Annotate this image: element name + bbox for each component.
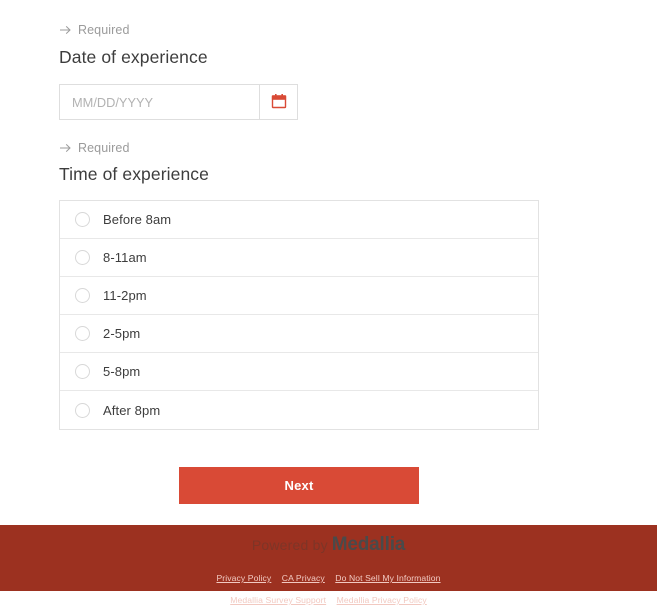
arrow-right-icon bbox=[59, 24, 72, 36]
date-of-experience-field bbox=[59, 84, 298, 120]
privacy-policy-link[interactable]: Privacy Policy bbox=[216, 573, 271, 583]
survey-content: Required Date of experience MM/DD/YYYY R… bbox=[0, 0, 645, 525]
radio-icon[interactable] bbox=[75, 326, 90, 341]
time-required-label: Required bbox=[78, 141, 130, 155]
footer-links-row-2: Medallia Survey Support Medallia Privacy… bbox=[0, 588, 657, 610]
option-label: 8-11am bbox=[103, 250, 147, 265]
date-required-hint: Required bbox=[59, 23, 130, 37]
medallia-logo-text: Medallia bbox=[331, 534, 406, 555]
time-options-list: Before 8am 8-11am 11-2pm 2-5pm 5-8pm Aft… bbox=[59, 200, 539, 430]
option-label: 2-5pm bbox=[103, 326, 141, 341]
footer: Powered by Medallia Privacy Policy CA Pri… bbox=[0, 525, 657, 605]
date-required-label: Required bbox=[78, 23, 130, 37]
radio-icon[interactable] bbox=[75, 402, 90, 418]
calendar-picker-button[interactable] bbox=[259, 84, 298, 120]
powered-by-label: Powered by bbox=[251, 537, 328, 553]
date-section-title: Date of experience bbox=[59, 47, 208, 67]
arrow-right-icon bbox=[59, 142, 72, 154]
time-option-8-11am[interactable]: 8-11am bbox=[60, 239, 538, 277]
time-option-after-8pm[interactable]: After 8pm bbox=[60, 391, 538, 429]
time-section-title: Time of experience bbox=[59, 164, 209, 184]
footer-links-row-1: Privacy Policy CA Privacy Do Not Sell My… bbox=[0, 566, 657, 588]
time-option-5-8pm[interactable]: 5-8pm bbox=[60, 353, 538, 391]
radio-icon[interactable] bbox=[75, 212, 90, 227]
medallia-privacy-policy-link[interactable]: Medallia Privacy Policy bbox=[337, 595, 427, 605]
time-option-11-2pm[interactable]: 11-2pm bbox=[60, 277, 538, 315]
option-label: Before 8am bbox=[103, 212, 172, 227]
radio-icon[interactable] bbox=[75, 364, 90, 379]
survey-page: Required Date of experience MM/DD/YYYY R… bbox=[0, 0, 657, 605]
radio-icon[interactable] bbox=[75, 250, 90, 265]
medallia-survey-support-link[interactable]: Medallia Survey Support bbox=[230, 595, 326, 605]
date-input[interactable] bbox=[59, 84, 259, 120]
next-button[interactable]: Next bbox=[179, 467, 419, 504]
calendar-icon bbox=[271, 93, 287, 112]
time-option-before-8am[interactable]: Before 8am bbox=[60, 201, 538, 239]
time-required-hint: Required bbox=[59, 141, 130, 155]
option-label: After 8pm bbox=[103, 402, 161, 418]
ca-privacy-link[interactable]: CA Privacy bbox=[282, 573, 325, 583]
do-not-sell-link[interactable]: Do Not Sell My Information bbox=[335, 573, 440, 583]
medallia-branding: Powered by Medallia bbox=[0, 535, 657, 554]
time-option-2-5pm[interactable]: 2-5pm bbox=[60, 315, 538, 353]
option-label: 5-8pm bbox=[103, 364, 141, 379]
option-label: 11-2pm bbox=[103, 288, 147, 303]
radio-icon[interactable] bbox=[75, 288, 90, 303]
